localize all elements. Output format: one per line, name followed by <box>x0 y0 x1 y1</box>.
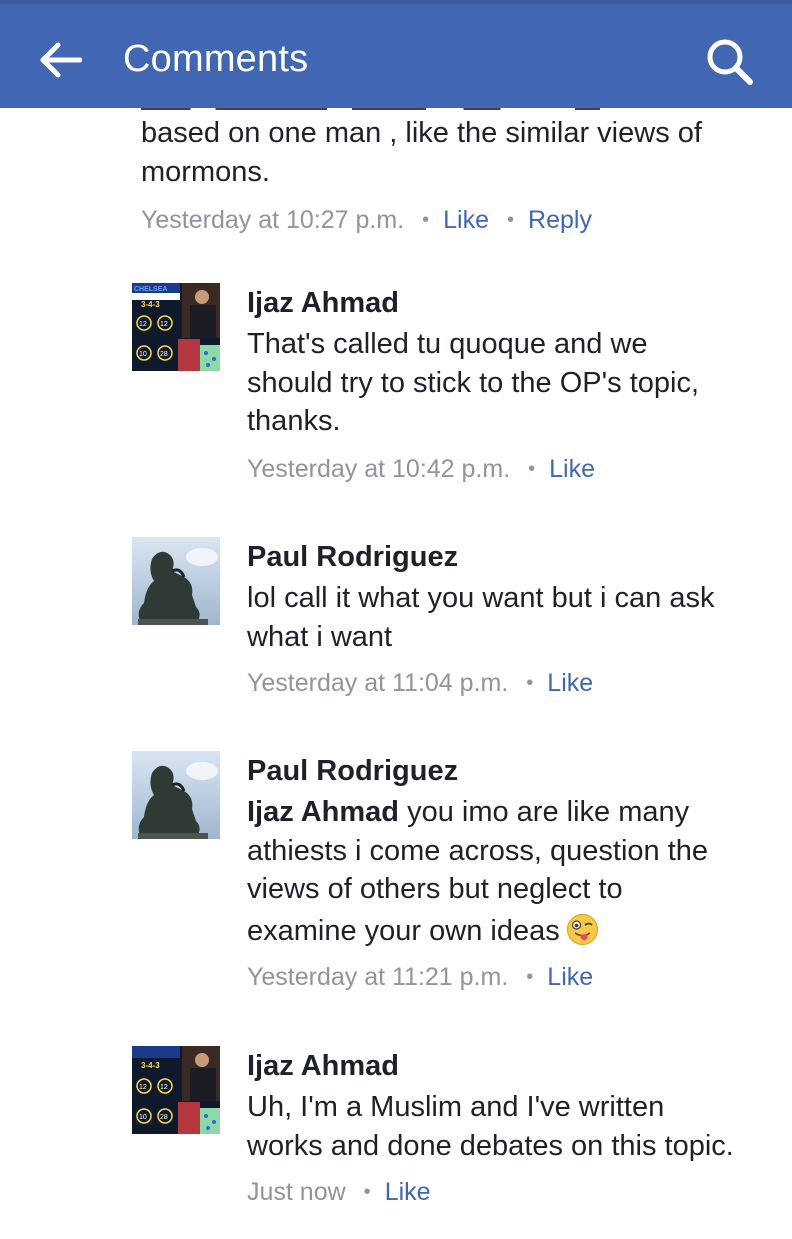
comment-meta: Just now • Like <box>247 1178 431 1207</box>
timestamp: Yesterday at 10:27 p.m. <box>141 206 405 234</box>
avatar-number: 12 <box>139 321 147 328</box>
comment-text: Uh, I'm a Muslim and I've written works … <box>247 1088 787 1165</box>
comment-line: based on one man , like the similar view… <box>141 117 702 149</box>
comment-line: views of others but neglect to <box>247 873 623 905</box>
mention-link[interactable]: Ijaz Ahmad <box>247 796 399 828</box>
timestamp: Yesterday at 11:04 p.m. <box>247 669 509 697</box>
avatar[interactable] <box>132 537 220 625</box>
comment-line: what i want <box>247 620 393 653</box>
comment-line: mormons. <box>141 155 270 188</box>
comment-line: lol call it what you want but i can ask <box>247 582 715 614</box>
search-icon[interactable] <box>704 36 754 86</box>
comment-line: athiests i come across, question the <box>247 834 709 867</box>
like-button[interactable]: Like <box>547 963 593 991</box>
winking-tongue-emoji-icon <box>566 913 598 945</box>
avatar-number: 28 <box>160 351 168 358</box>
comment-line: Ijaz Ahmad you imo are like many <box>247 793 767 832</box>
comment-line: thanks. <box>247 405 341 437</box>
author-name[interactable]: Ijaz Ahmad <box>247 1050 399 1083</box>
avatar[interactable]: CHELSEA 3-4-3 12 12 10 28 <box>132 283 220 371</box>
comments-list: based on one man , like the similar view… <box>0 108 792 1239</box>
author-name[interactable]: Paul Rodriguez <box>247 541 458 574</box>
avatar[interactable]: 3-4-3 12 12 10 28 <box>132 1046 220 1134</box>
avatar-number: 12 <box>160 321 168 328</box>
chelsea-formation-avatar-icon: CHELSEA 3-4-3 12 12 10 28 <box>132 283 220 371</box>
avatar[interactable] <box>132 751 220 839</box>
like-button[interactable]: Like <box>385 1178 431 1206</box>
separator-dot: • <box>422 209 430 231</box>
separator-dot: • <box>363 1181 371 1203</box>
like-button[interactable]: Like <box>547 669 593 697</box>
separator-dot: • <box>526 672 534 694</box>
comment-line: That's called tu quoque and we <box>247 328 648 360</box>
comment-meta: Yesterday at 10:27 p.m. • Like • Reply <box>141 206 592 235</box>
avatar-number: 12 <box>139 1084 147 1091</box>
page-title: Comments <box>123 38 309 80</box>
comment-text: Ijaz Ahmad you imo are like many athiest… <box>247 793 767 950</box>
timestamp: Just now <box>247 1178 346 1206</box>
author-name[interactable]: Paul Rodriguez <box>247 755 458 788</box>
cut-off-line <box>141 108 761 110</box>
top-bar: Comments <box>0 0 792 108</box>
like-button[interactable]: Like <box>443 206 489 234</box>
avatar-number: 10 <box>139 351 147 358</box>
comment-line: examine your own ideas <box>247 912 767 951</box>
comment-text-span: you imo are like many <box>399 796 690 828</box>
avatar-label: CHELSEA <box>134 286 167 293</box>
avatar-number: 10 <box>139 1114 147 1121</box>
avatar-number: 12 <box>160 1084 168 1091</box>
back-arrow-icon[interactable] <box>38 40 82 80</box>
avatar-formation: 3-4-3 <box>141 1061 160 1070</box>
like-button[interactable]: Like <box>549 455 595 483</box>
comment-text: lol call it what you want but i can ask … <box>247 579 767 656</box>
timestamp: Yesterday at 11:21 p.m. <box>247 963 509 991</box>
comment-meta: Yesterday at 10:42 p.m. • Like <box>247 455 595 484</box>
separator-dot: • <box>526 966 534 988</box>
chelsea-formation-avatar-icon: 3-4-3 12 12 10 28 <box>132 1046 220 1134</box>
comment-line: should try to stick to the OP's topic, <box>247 366 700 399</box>
comment-meta: Yesterday at 11:21 p.m. • Like <box>247 963 593 992</box>
comment-line: Uh, I'm a Muslim and I've written <box>247 1091 665 1123</box>
comment-line: works and done debates on this topic. <box>247 1129 734 1162</box>
separator-dot: • <box>507 209 515 231</box>
comment-meta: Yesterday at 11:04 p.m. • Like <box>247 669 593 698</box>
comment-text: That's called tu quoque and we should tr… <box>247 325 767 441</box>
comment-text: based on one man , like the similar view… <box>141 114 761 191</box>
avatar-number: 28 <box>160 1114 168 1121</box>
thinker-statue-avatar-icon <box>132 537 220 625</box>
thinker-statue-avatar-icon <box>132 751 220 839</box>
comment-text-span: examine your own ideas <box>247 914 560 947</box>
timestamp: Yesterday at 10:42 p.m. <box>247 455 511 483</box>
author-name[interactable]: Ijaz Ahmad <box>247 287 399 320</box>
reply-button[interactable]: Reply <box>528 206 592 234</box>
avatar-formation: 3-4-3 <box>141 300 160 309</box>
separator-dot: • <box>528 458 536 480</box>
